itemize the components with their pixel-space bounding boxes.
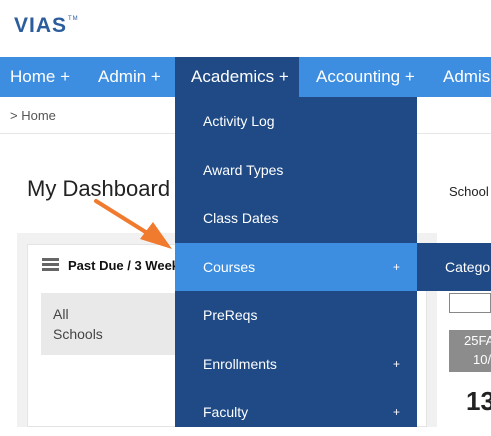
menu-item-prereqs[interactable]: PreReqs [175, 291, 417, 339]
school-select[interactable] [449, 293, 491, 313]
list-icon [42, 258, 59, 272]
academics-dropdown: Activity Log Award Types Class Dates Cou… [175, 97, 417, 427]
nav-admissions[interactable]: Admis [443, 57, 490, 97]
arrow-shaft [94, 199, 154, 238]
menu-item-award-types[interactable]: Award Types [175, 146, 417, 194]
nav-home[interactable]: Home + [10, 57, 70, 97]
plus-icon: + [393, 260, 401, 274]
widget-title: Past Due / 3 Weeks [68, 258, 187, 273]
nav-academics[interactable]: Academics + [175, 57, 299, 97]
breadcrumb[interactable]: > Home [10, 108, 56, 123]
menu-item-enrollments[interactable]: Enrollments + [175, 340, 417, 388]
nav-accounting[interactable]: Accounting + [316, 57, 415, 97]
page-title: My Dashboard [27, 176, 171, 201]
main-navbar: Home + Admin + Academics + Accounting + … [0, 57, 491, 97]
term-date: 10/ [473, 352, 491, 367]
menu-item-courses[interactable]: Courses + [175, 243, 417, 291]
nav-admin[interactable]: Admin + [98, 57, 161, 97]
menu-item-class-dates[interactable]: Class Dates [175, 194, 417, 242]
menu-item-faculty[interactable]: Faculty + [175, 388, 417, 436]
term-code: 25FA [464, 333, 491, 348]
school-label: School [449, 184, 489, 199]
submenu-item-categories[interactable]: Categories [445, 243, 491, 291]
plus-icon: + [393, 405, 401, 419]
term-count: 13 [466, 386, 491, 416]
vias-logo[interactable]: VIASTM [14, 14, 79, 38]
plus-icon: + [393, 357, 401, 371]
school-filter-label: All Schools [53, 306, 103, 342]
menu-item-activity-log[interactable]: Activity Log [175, 97, 417, 145]
